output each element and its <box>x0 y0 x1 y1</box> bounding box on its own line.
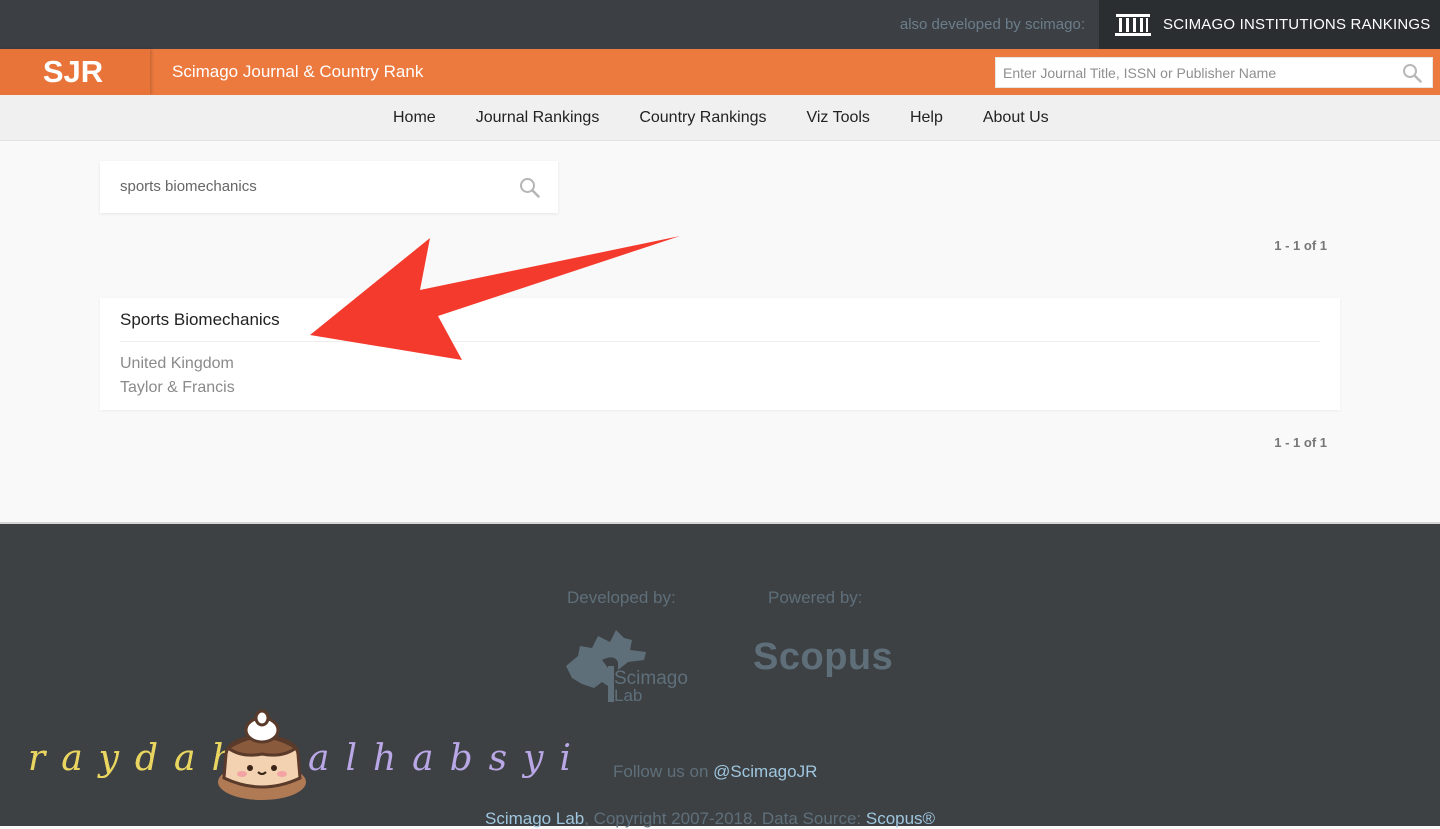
follow-us: Follow us on @ScimagoJR <box>613 762 817 782</box>
sjr-logo-text: SJR <box>42 54 104 89</box>
pagination-count-top: 1 - 1 of 1 <box>1274 238 1327 253</box>
journal-country: United Kingdom <box>120 355 234 372</box>
nav-journal-rankings[interactable]: Journal Rankings <box>456 109 620 127</box>
site-title[interactable]: Scimago Journal & Country Rank <box>172 62 423 82</box>
divider <box>120 341 1320 342</box>
pagination-count-bottom: 1 - 1 of 1 <box>1274 435 1327 450</box>
search-icon[interactable] <box>1402 63 1422 83</box>
copyright-text: , Copyright 2007-2018. Data Source: <box>584 809 866 828</box>
copyright: Scimago Lab, Copyright 2007-2018. Data S… <box>485 809 935 829</box>
sjr-logo[interactable]: SJR <box>0 49 150 95</box>
follow-prefix: Follow us on <box>613 762 714 781</box>
developed-by-label: Developed by: <box>567 588 676 607</box>
scopus-link[interactable]: Scopus® <box>866 809 935 828</box>
nav-country-rankings[interactable]: Country Rankings <box>619 109 786 127</box>
institution-columns-icon <box>1115 13 1151 36</box>
watermark-right: alhabsyi <box>308 738 587 779</box>
journal-title[interactable]: Sports Biomechanics <box>120 310 280 330</box>
scimago-lab-link[interactable]: Scimago Lab <box>485 809 584 828</box>
nav-help[interactable]: Help <box>890 109 963 127</box>
result-card[interactable]: Sports Biomechanics United Kingdom Taylo… <box>100 298 1340 410</box>
header-search-input[interactable] <box>996 58 1393 87</box>
scopus-logo[interactable]: Scopus <box>753 636 893 679</box>
header-search <box>995 57 1433 88</box>
nav-home[interactable]: Home <box>373 109 456 127</box>
top-bar: also developed by scimago: SCIMAGO INSTI… <box>0 0 1440 49</box>
scimago-logo-sub: Lab <box>614 686 642 704</box>
sir-link[interactable]: SCIMAGO INSTITUTIONS RANKINGS <box>1099 0 1440 49</box>
journal-search-input[interactable] <box>118 177 502 196</box>
journal-search-box <box>100 161 558 213</box>
journal-publisher: Taylor & Francis <box>120 379 235 396</box>
cake-icon <box>218 709 306 800</box>
site-header: SJR Scimago Journal & Country Rank <box>0 49 1440 95</box>
nav-viz-tools[interactable]: Viz Tools <box>786 109 889 127</box>
watermark-right-text: alhabsyi <box>308 738 587 779</box>
powered-by-label: Powered by: <box>768 588 863 607</box>
main-nav: Home Journal Rankings Country Rankings V… <box>0 95 1440 141</box>
twitter-handle-link[interactable]: @ScimagoJR <box>713 762 817 781</box>
also-developed-text: also developed by scimago: <box>899 16 1085 33</box>
scimago-lab-logo[interactable]: Scimago Lab <box>558 622 693 704</box>
search-icon[interactable] <box>519 177 540 198</box>
sir-label: SCIMAGO INSTITUTIONS RANKINGS <box>1163 16 1431 33</box>
nav-about-us[interactable]: About Us <box>963 109 1069 127</box>
